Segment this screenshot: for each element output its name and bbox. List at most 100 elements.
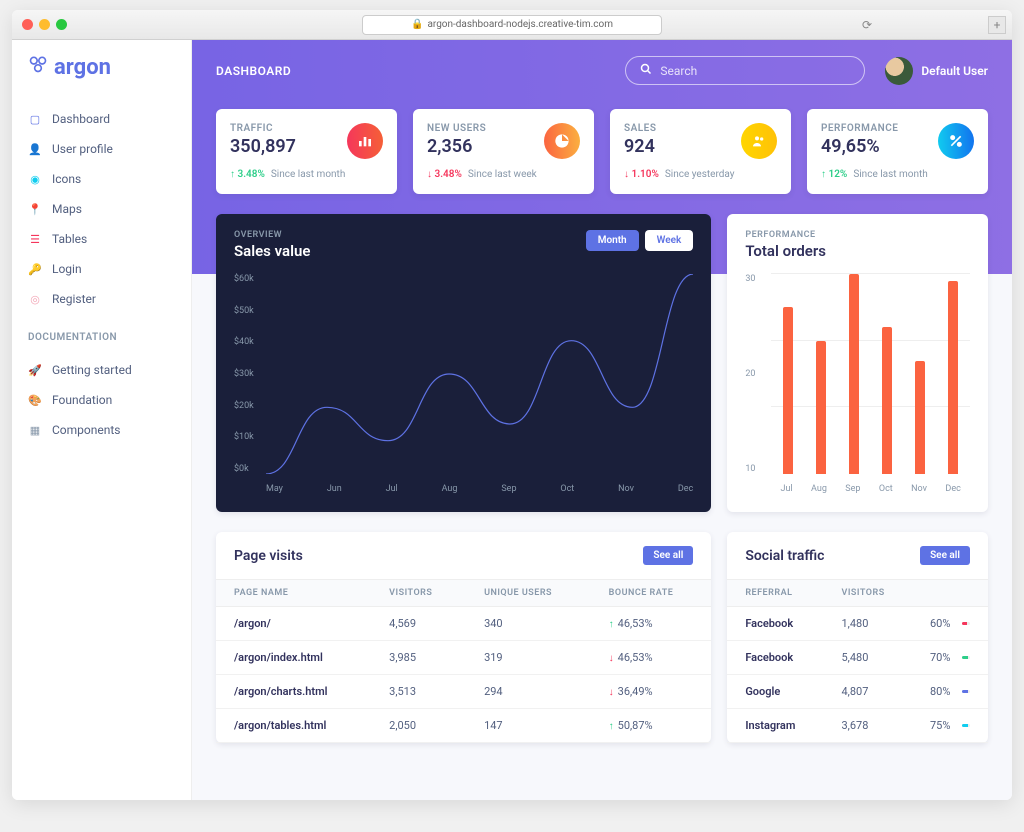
- sidebar-item-label: Getting started: [52, 363, 132, 377]
- sidebar-item-label: Foundation: [52, 393, 112, 407]
- sidebar-item-maps[interactable]: 📍 Maps: [12, 194, 191, 224]
- table-row: /argon/charts.html3,513294↓36,49%: [216, 675, 711, 709]
- table-row: Google4,80780%: [727, 675, 988, 709]
- user-icon: 👤: [28, 142, 42, 156]
- sidebar-item-dashboard[interactable]: ▢ Dashboard: [12, 104, 191, 134]
- sidebar-item-label: Dashboard: [52, 112, 110, 126]
- table-row: /argon/index.html3,985319↓46,53%: [216, 641, 711, 675]
- bar: [915, 361, 925, 474]
- stat-card-sales: SALES924 ↓ 1.10%Since yesterday: [610, 109, 791, 194]
- bar: [948, 281, 958, 474]
- sidebar-item-label: Tables: [52, 232, 87, 246]
- search-icon: [640, 63, 652, 78]
- col-bounce: BOUNCE RATE: [591, 580, 712, 607]
- search-box[interactable]: [625, 56, 865, 85]
- planet-icon: ◉: [28, 172, 42, 186]
- rocket-icon: 🚀: [28, 363, 42, 377]
- sidebar-doc-getting-started[interactable]: 🚀 Getting started: [12, 355, 191, 385]
- sidebar-doc-components[interactable]: ▦ Components: [12, 415, 191, 445]
- sidebar-item-register[interactable]: ◎ Register: [12, 284, 191, 314]
- sidebar-item-label: User profile: [52, 142, 113, 156]
- percent-icon: [938, 123, 974, 159]
- table-row: Facebook5,48070%: [727, 641, 988, 675]
- sidebar-docs-heading: DOCUMENTATION: [12, 318, 191, 351]
- page-title: DASHBOARD: [216, 64, 291, 78]
- search-input[interactable]: [660, 64, 850, 78]
- bar-chart: 302010 JulAugSepOctNovDec: [745, 274, 970, 494]
- new-tab-button[interactable]: +: [988, 16, 1006, 34]
- stat-card-performance: PERFORMANCE49,65% ↑ 12%Since last month: [807, 109, 988, 194]
- sidebar-item-label: Login: [52, 262, 82, 276]
- see-all-button[interactable]: See all: [643, 546, 693, 565]
- card-title: Social traffic: [745, 548, 824, 564]
- bar: [816, 341, 826, 474]
- sidebar-item-user-profile[interactable]: 👤 User profile: [12, 134, 191, 164]
- card-title: Page visits: [234, 548, 303, 564]
- sidebar-item-icons[interactable]: ◉Icons: [12, 164, 191, 194]
- key-icon: 🔑: [28, 262, 42, 276]
- bar: [882, 327, 892, 474]
- page-visits-table: PAGE NAME VISITORS UNIQUE USERS BOUNCE R…: [216, 579, 711, 743]
- brand-icon: [28, 54, 48, 80]
- social-traffic-card: Social traffic See all REFERRAL VISITORS…: [727, 532, 988, 743]
- brand-label: argon: [54, 55, 111, 80]
- table-row: /argon/tables.html2,050147↑50,87%: [216, 709, 711, 743]
- bar: [849, 274, 859, 474]
- col-unique: UNIQUE USERS: [466, 580, 591, 607]
- window-minimize-icon[interactable]: [39, 19, 50, 30]
- delta-down: ↓ 3.48%: [427, 169, 462, 180]
- delta-up: ↑ 12%: [821, 169, 847, 180]
- user-name-label: Default User: [921, 64, 988, 78]
- toggle-week-button[interactable]: Week: [645, 230, 694, 251]
- browser-toolbar: 🔒 argon-dashboard-nodejs.creative-tim.co…: [12, 10, 1012, 40]
- stat-card-traffic: TRAFFIC350,897 ↑ 3.48%Since last month: [216, 109, 397, 194]
- chart-bar-icon: [347, 123, 383, 159]
- table-row: Instagram3,67875%: [727, 709, 988, 743]
- bar: [783, 307, 793, 474]
- lock-icon: 🔒: [411, 19, 423, 30]
- col-referral: REFERRAL: [727, 580, 823, 607]
- stat-note: Since yesterday: [665, 169, 735, 180]
- sidebar-doc-foundation[interactable]: 🎨Foundation: [12, 385, 191, 415]
- circle-icon: ◎: [28, 292, 42, 306]
- line-chart: $60k$50k$40k$30k$20k$10k$0k MayJunJulAug…: [234, 274, 693, 494]
- stat-note: Since last month: [271, 169, 345, 180]
- stat-note: Since last month: [853, 169, 927, 180]
- card-overline: OVERVIEW: [234, 230, 310, 240]
- sales-chart-card: OVERVIEW Sales value Month Week $60k$50k…: [216, 214, 711, 512]
- col-page: PAGE NAME: [216, 580, 371, 607]
- sidebar: argon ▢ Dashboard 👤 User profile ◉Icons 📍 M…: [12, 40, 192, 800]
- card-title: Sales value: [234, 242, 310, 260]
- users-icon: [741, 123, 777, 159]
- pie-chart-icon: [544, 123, 580, 159]
- stat-label: TRAFFIC: [230, 123, 296, 134]
- see-all-button[interactable]: See all: [920, 546, 970, 565]
- sidebar-item-tables[interactable]: ☰Tables: [12, 224, 191, 254]
- social-traffic-table: REFERRAL VISITORS Facebook1,48060%Facebo…: [727, 579, 988, 743]
- user-menu[interactable]: Default User: [885, 57, 988, 85]
- toggle-month-button[interactable]: Month: [586, 230, 639, 251]
- page-visits-card: Page visits See all PAGE NAME VISITORS U…: [216, 532, 711, 743]
- stat-note: Since last week: [468, 169, 537, 180]
- sidebar-item-label: Maps: [52, 202, 82, 216]
- url-bar[interactable]: 🔒 argon-dashboard-nodejs.creative-tim.co…: [362, 15, 662, 35]
- sidebar-item-login[interactable]: 🔑 Login: [12, 254, 191, 284]
- stat-card-new-users: NEW USERS2,356 ↓ 3.48%Since last week: [413, 109, 594, 194]
- pin-icon: 📍: [28, 202, 42, 216]
- stat-value: 2,356: [427, 136, 486, 157]
- reload-icon[interactable]: ⟳: [862, 18, 872, 32]
- window-zoom-icon[interactable]: [56, 19, 67, 30]
- components-icon: ▦: [28, 423, 42, 437]
- window-close-icon[interactable]: [22, 19, 33, 30]
- avatar: [885, 57, 913, 85]
- brand[interactable]: argon: [12, 54, 191, 100]
- col-visitors: VISITORS: [823, 580, 912, 607]
- url-text: argon-dashboard-nodejs.creative-tim.com: [427, 19, 613, 30]
- stat-label: SALES: [624, 123, 656, 134]
- col-visitors: VISITORS: [371, 580, 466, 607]
- sidebar-item-label: Register: [52, 292, 96, 306]
- sidebar-item-label: Components: [52, 423, 121, 437]
- card-overline: PERFORMANCE: [745, 230, 826, 240]
- stat-value: 350,897: [230, 136, 296, 157]
- tv-icon: ▢: [28, 112, 42, 126]
